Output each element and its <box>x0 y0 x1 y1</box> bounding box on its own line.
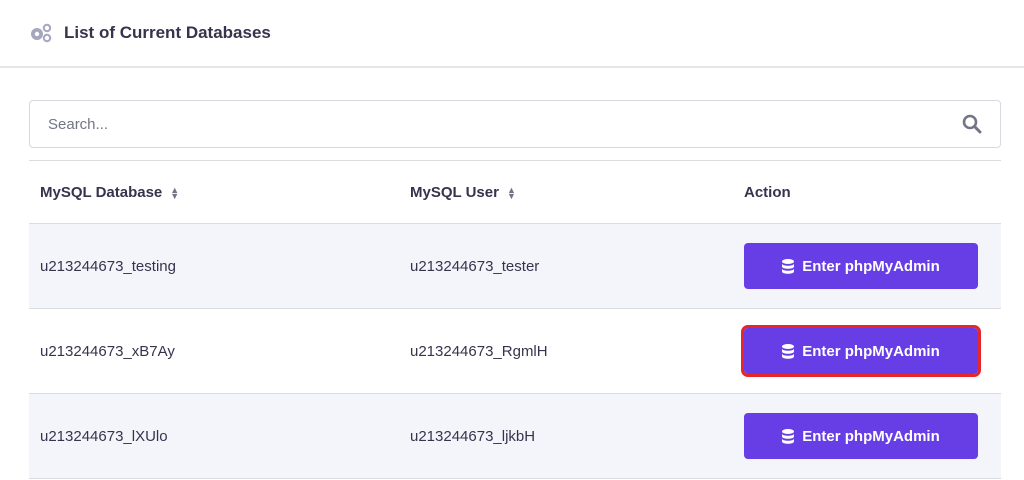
gears-icon <box>31 23 52 43</box>
enter-phpmyadmin-button[interactable]: Enter phpMyAdmin <box>744 413 978 459</box>
sort-icon[interactable]: ▲ ▼ <box>507 185 516 200</box>
enter-phpmyadmin-button[interactable]: Enter phpMyAdmin <box>744 243 978 289</box>
table-row: u213244673_lXUlo u213244673_ljkbH Enter … <box>29 394 1001 479</box>
button-label: Enter phpMyAdmin <box>802 257 940 275</box>
database-user: u213244673_RgmlH <box>410 342 548 360</box>
column-label: MySQL User <box>410 183 499 201</box>
enter-phpmyadmin-button[interactable]: Enter phpMyAdmin <box>741 325 981 377</box>
button-label: Enter phpMyAdmin <box>802 342 940 360</box>
database-name: u213244673_lXUlo <box>40 427 168 445</box>
database-icon <box>782 258 795 274</box>
database-name: u213244673_testing <box>40 257 176 275</box>
page-title: List of Current Databases <box>64 23 271 42</box>
database-user: u213244673_ljkbH <box>410 427 536 445</box>
column-header-user[interactable]: MySQL User ▲ ▼ <box>399 184 744 201</box>
page-header: List of Current Databases <box>0 0 1024 68</box>
table-row: u213244673_testing u213244673_tester Ent… <box>29 224 1001 309</box>
column-label: MySQL Database <box>40 183 163 201</box>
databases-table: MySQL Database ▲ ▼ MySQL User ▲ ▼ Action u21… <box>29 160 1001 479</box>
search-box <box>29 100 1001 148</box>
sort-icon[interactable]: ▲ ▼ <box>170 185 179 200</box>
search-input[interactable] <box>48 115 962 133</box>
database-icon <box>782 428 795 444</box>
column-header-action: Action <box>744 183 791 201</box>
column-header-database[interactable]: MySQL Database ▲ ▼ <box>29 184 399 201</box>
database-icon <box>782 343 795 359</box>
database-name: u213244673_xB7Ay <box>40 342 175 360</box>
search-icon[interactable] <box>962 114 982 134</box>
table-header: MySQL Database ▲ ▼ MySQL User ▲ ▼ Action <box>29 161 1001 224</box>
table-row: u213244673_xB7Ay u213244673_RgmlH Enter … <box>29 309 1001 394</box>
database-user: u213244673_tester <box>410 257 540 275</box>
button-label: Enter phpMyAdmin <box>802 427 940 445</box>
